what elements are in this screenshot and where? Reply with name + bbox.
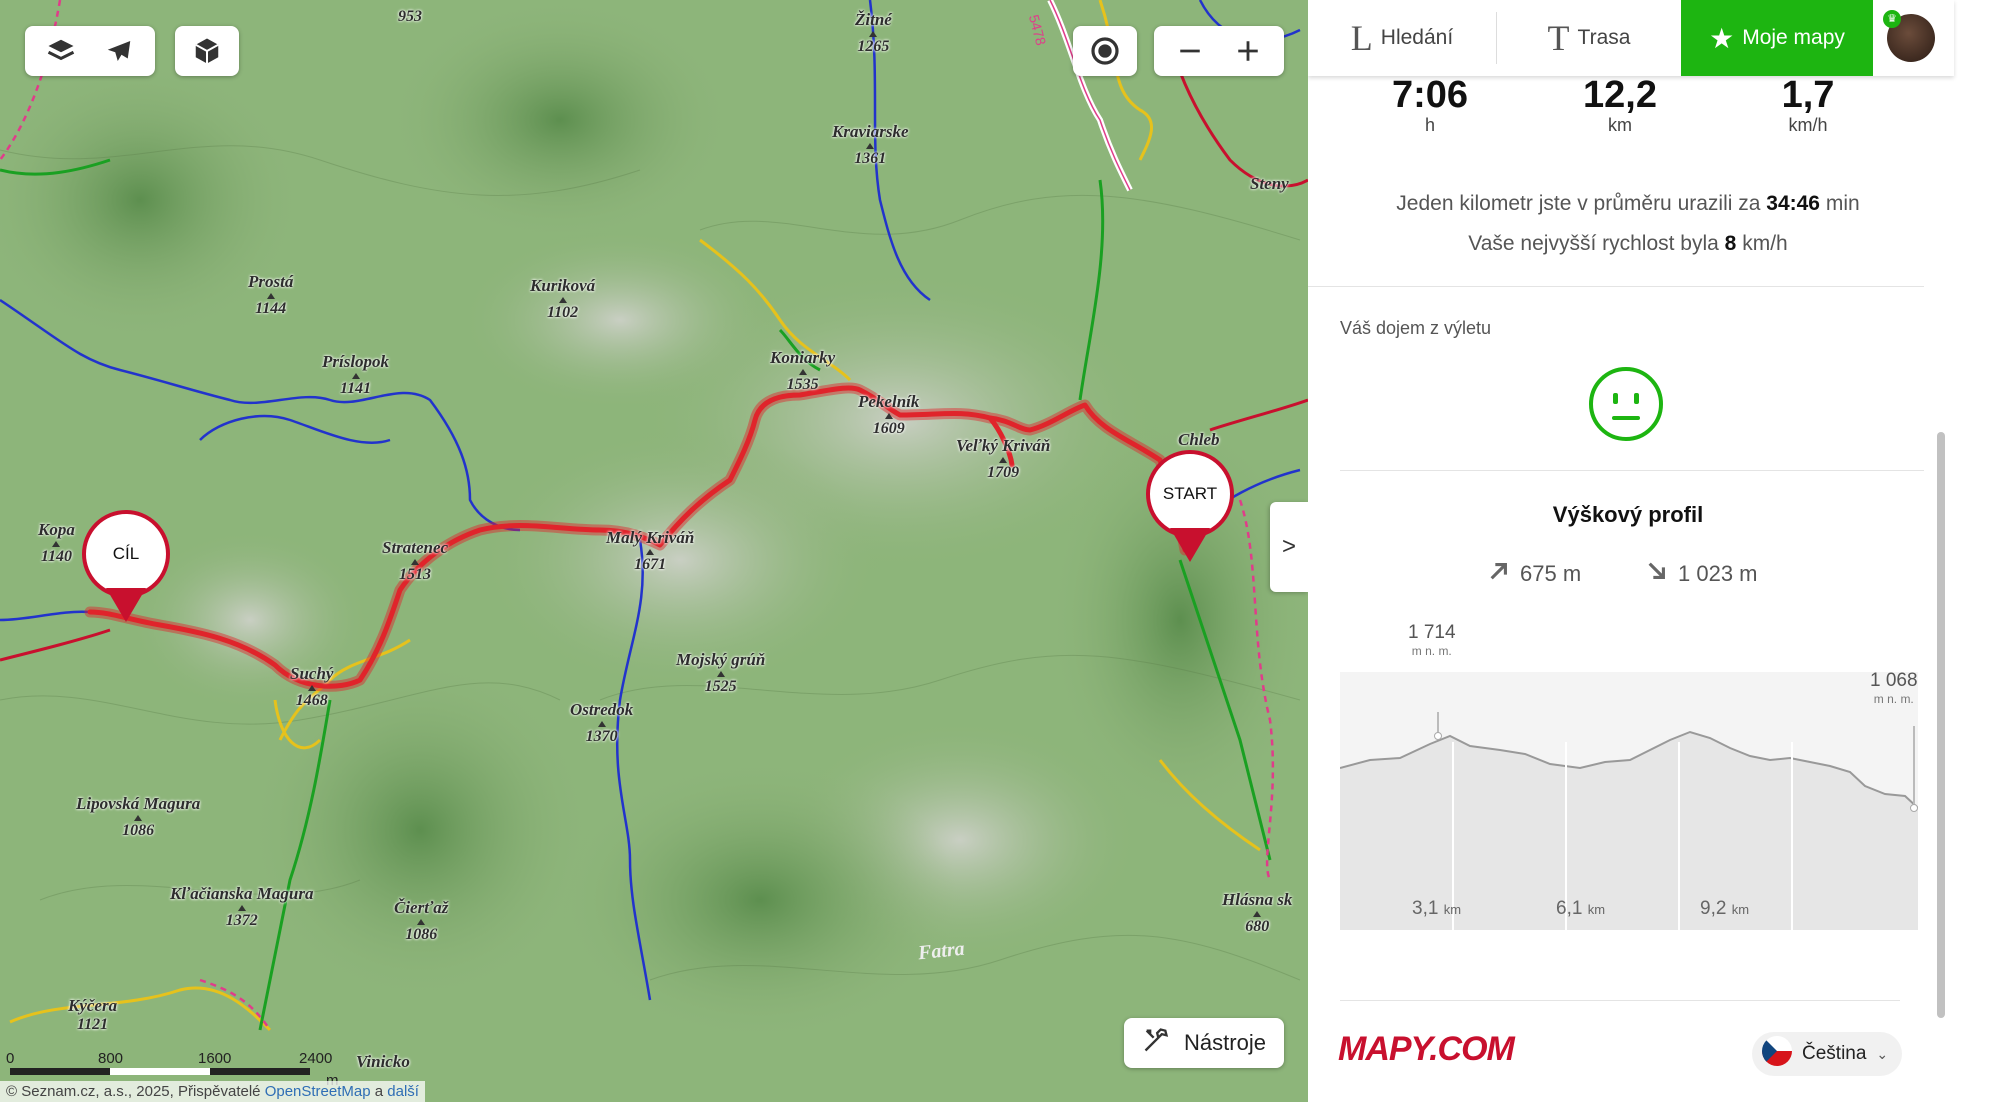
peak-label: Príslopok 1141 — [322, 352, 390, 397]
max-elevation-label: 1 714 m n. m. — [1408, 622, 1456, 658]
peak-label: Vinicko — [356, 1052, 410, 1071]
max-speed-text: Vaše nejvyšší rychlost byla 8 km/h — [1468, 232, 1788, 255]
km-tick: 9,2 km — [1700, 898, 1750, 919]
cube-3d-icon — [178, 26, 236, 76]
end-elevation-label: 1 068 m n. m. — [1870, 670, 1918, 706]
peak-label: Suchý 1468 — [290, 664, 334, 709]
chevron-down-icon: ⌄ — [1876, 1045, 1889, 1062]
peak-label: Ostredok 1370 — [570, 700, 634, 745]
km-tick: 3,1 km — [1412, 898, 1462, 919]
start-label: START — [1146, 450, 1234, 538]
stat-duration: 7:06 h — [1391, 74, 1469, 135]
peak-label: Kľačianska Magura 1372 — [170, 884, 314, 929]
side-panel: L Hledání T Trasa ★ Moje mapy ♛ 7:06 h 1… — [1308, 0, 1964, 1102]
tab-route[interactable]: T Trasa — [1497, 0, 1681, 76]
tab-search[interactable]: L Hledání — [1308, 0, 1496, 76]
tab-my-maps[interactable]: ★ Moje mapy — [1681, 0, 1873, 76]
start-marker[interactable]: START — [1146, 450, 1234, 562]
crown-icon: ♛ — [1883, 10, 1901, 28]
peak-label: Prostá 1144 — [248, 272, 294, 317]
more-link[interactable]: další — [387, 1083, 419, 1100]
descent: 1 023 m — [1646, 560, 1758, 588]
peak-label: Žitné 1265 — [855, 10, 892, 55]
peak-label: Čierťaž 1086 — [394, 898, 449, 943]
arrow-down-right-icon — [1646, 560, 1668, 588]
peak-label: Steny — [1250, 174, 1289, 193]
map-canvas[interactable]: 953 Žitné 1265 Kraviarske 1361 Prostá 1144 … — [0, 0, 1308, 1102]
stat-distance: 12,2 km — [1583, 74, 1657, 135]
mapy-logo[interactable]: MAPY.COM — [1338, 1030, 1515, 1069]
layers-icon[interactable] — [32, 26, 90, 76]
search-glyph-icon: L — [1350, 18, 1373, 58]
map-attribution: © Seznam.cz, a.s., 2025, Přispěvatelé Op… — [0, 1081, 425, 1102]
peak-label: Kýčera 1121 — [68, 996, 118, 1033]
map-layers-group — [25, 26, 155, 76]
elevation-chart[interactable]: 1 714 m n. m. 1 068 m n. m. 3,1 km 6,1 k… — [1339, 612, 1919, 937]
peak-label: Stratenec 1513 — [382, 538, 449, 583]
osm-link[interactable]: OpenStreetMap — [265, 1083, 371, 1100]
airplane-icon[interactable] — [90, 26, 148, 76]
tools-label: Nástroje — [1184, 1030, 1266, 1055]
peak-label: Koniarky 1535 — [770, 348, 836, 393]
peak-label: Pekelník 1609 — [858, 392, 920, 437]
locate-icon — [1076, 26, 1134, 76]
panel-scrollbar[interactable] — [1937, 432, 1945, 1018]
language-select[interactable]: Čeština ⌄ — [1752, 1032, 1902, 1076]
avatar[interactable]: ♛ — [1883, 10, 1935, 62]
finish-marker[interactable]: CÍL — [82, 510, 170, 622]
peak-label: Mojský grúň 1525 — [676, 650, 766, 695]
elevation-profile-title: Výškový profil — [1552, 502, 1704, 527]
tools-button[interactable]: Nástroje — [1124, 1018, 1284, 1068]
locate-button[interactable] — [1073, 26, 1137, 76]
3d-button[interactable] — [175, 26, 239, 76]
zoom-out-icon[interactable] — [1161, 26, 1219, 76]
peak-label: Kraviarske 1361 — [832, 122, 909, 167]
peak-label: Chleb — [1178, 430, 1220, 449]
zoom-group — [1154, 26, 1284, 76]
peak-label: Kuriková 1102 — [530, 276, 596, 321]
peak-label: Lipovská Magura 1086 — [76, 794, 201, 839]
km-tick: 6,1 km — [1556, 898, 1606, 919]
peak-label: 953 — [398, 8, 422, 25]
top-tabs: L Hledání T Trasa ★ Moje mapy ♛ — [1308, 0, 1954, 76]
area-label: Fatra — [916, 937, 966, 965]
expand-panel-button[interactable]: > — [1270, 502, 1308, 592]
neutral-face-icon[interactable] — [1588, 366, 1664, 447]
peak-label: Hlásna sk 680 — [1222, 890, 1293, 935]
star-icon: ★ — [1709, 22, 1735, 54]
ascent: 675 m — [1488, 560, 1581, 588]
arrow-up-right-icon — [1488, 560, 1510, 588]
finish-label: CÍL — [82, 510, 170, 598]
tools-icon — [1142, 1026, 1170, 1060]
stat-speed: 1,7 km/h — [1781, 74, 1835, 135]
zoom-in-icon[interactable] — [1219, 26, 1277, 76]
czech-flag-icon — [1762, 1036, 1792, 1072]
peak-label: Kopa 1140 — [38, 520, 75, 565]
avg-pace-text: Jeden kilometr jste v průměru urazili za… — [1396, 192, 1860, 215]
route-glyph-icon: T — [1547, 18, 1570, 58]
peak-label: Veľký Kriváň 1709 — [956, 436, 1051, 481]
peak-label: Malý Kriváň 1671 — [606, 528, 695, 573]
impression-label: Váš dojem z výletu — [1340, 318, 1492, 338]
